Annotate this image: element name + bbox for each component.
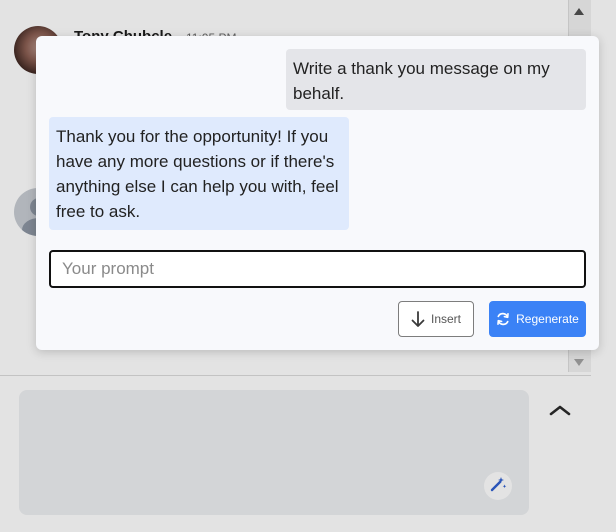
user-message-bubble: Write a thank you message on my behalf.: [286, 49, 586, 110]
regenerate-button[interactable]: Regenerate: [489, 301, 586, 337]
refresh-icon: [496, 312, 510, 326]
ai-prompt-dialog: Write a thank you message on my behalf. …: [36, 36, 599, 350]
assistant-message-bubble: Thank you for the opportunity! If you ha…: [49, 117, 349, 230]
insert-label: Insert: [430, 312, 461, 326]
regenerate-label: Regenerate: [516, 312, 579, 326]
insert-button[interactable]: Insert: [398, 301, 474, 337]
arrow-down-icon: [411, 310, 425, 328]
prompt-input[interactable]: [49, 250, 586, 288]
